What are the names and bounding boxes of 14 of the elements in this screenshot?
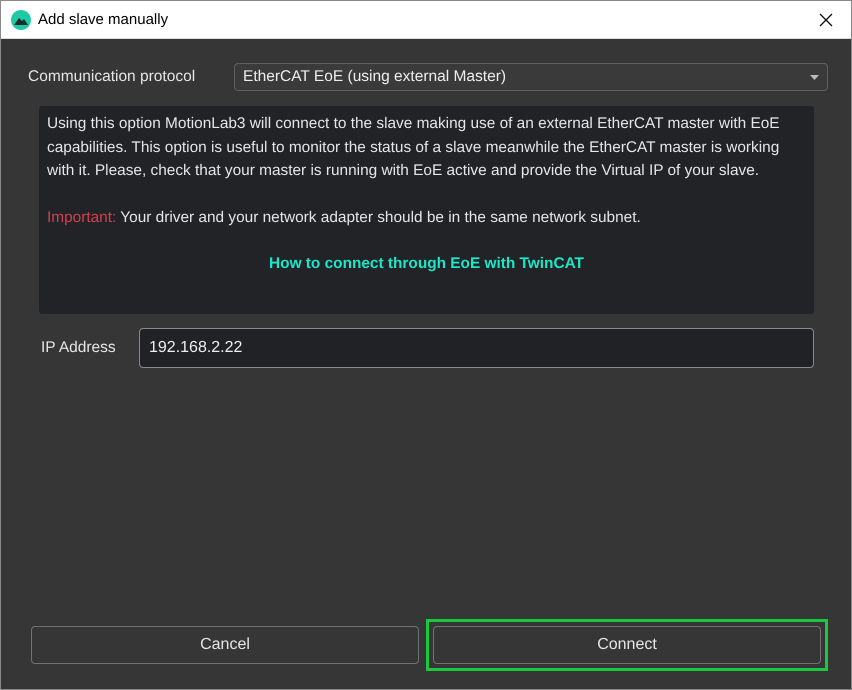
field-label: Communication protocol: [28, 68, 196, 86]
dialog-button[interactable]: Cancel: [31, 626, 419, 664]
dropdown-arrow-icon: [810, 74, 819, 80]
dialog-button[interactable]: Connect: [433, 626, 821, 664]
help-link[interactable]: How to connect through EoE with TwinCAT: [269, 252, 584, 275]
description-text: Using this option MotionLab3 will connect to the slave making use of an external EtherCAT master with EoE capabilities. This option is useful to monitor the status of a slave meanwhile the EtherCAT master is working with it. Please, check that your master is running with EoE active and provide the Virtual IP of your slave.: [47, 114, 781, 181]
field-label: IP Address: [41, 339, 117, 357]
app-logo-icon: [11, 10, 31, 30]
important-label: Important:: [47, 209, 116, 226]
close-icon: [819, 12, 833, 26]
important-note: Your driver and your network adapter should be in the same network subnet.: [120, 209, 641, 226]
window-title: Add slave manually: [38, 11, 170, 28]
ip-address-field[interactable]: 192.168.2.22: [139, 328, 814, 368]
protocol-dropdown[interactable]: EtherCAT EoE (using external Master): [234, 63, 828, 91]
